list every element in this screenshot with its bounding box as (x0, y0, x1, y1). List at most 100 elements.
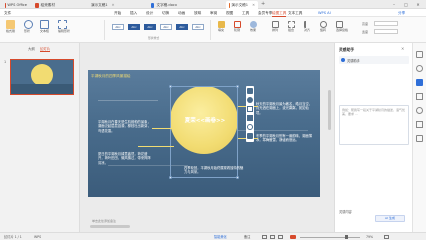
arrange-button[interactable]: 排列 (272, 21, 279, 32)
ai-generate-button[interactable]: AI 生成 (375, 215, 405, 222)
menu-view[interactable]: 视图 (226, 9, 233, 17)
align-button[interactable]: 对齐 (304, 21, 311, 32)
menu-member[interactable]: 会员专享 (258, 9, 272, 17)
zoom-level[interactable]: 79% (366, 234, 373, 240)
select-pane-button[interactable]: 选择窗格 (336, 21, 348, 32)
textbox-button[interactable]: 文本框 (40, 20, 49, 33)
panel-item[interactable]: 灵感助手 (339, 56, 409, 64)
close-icon[interactable]: ✕ (401, 46, 404, 51)
layers-icon[interactable] (247, 88, 253, 94)
text-block-summer[interactable]: 夏日的平湖秋月绿意盎然，荷花盛开，荷叶田田，微风拂过，带来阵阵清凉。 (98, 152, 154, 165)
normal-view-icon[interactable] (262, 235, 267, 239)
height-input[interactable] (374, 21, 398, 26)
zoom-slider[interactable] (300, 237, 360, 238)
shape-style-6[interactable]: Abc (192, 24, 204, 30)
fit-window-icon[interactable] (384, 235, 389, 239)
outline-button[interactable]: 轮廓 (234, 21, 241, 32)
ai-assistant-icon[interactable] (416, 79, 423, 86)
effects-icon[interactable] (247, 124, 253, 130)
tab-docer[interactable]: 稻壳素材 (32, 1, 58, 9)
shapes-panel-icon[interactable] (416, 107, 423, 114)
status-bar: 幻灯片 1 / 1 WPS 智能美化 备注 79% (0, 232, 426, 240)
edit-shape-button[interactable]: 编辑形状 (58, 20, 70, 33)
edit-shape-icon (58, 20, 67, 29)
resize-handle[interactable] (169, 85, 172, 88)
prompt-input[interactable]: 例如：帮我写一段关于平湖秋月的描述，语气优美，要求 ... (339, 105, 409, 145)
tool-label: 填充 (218, 28, 225, 32)
new-tab-button[interactable]: + (261, 1, 265, 7)
vertical-scrollbar[interactable] (328, 90, 331, 130)
format-painter-button[interactable]: 格式刷 (6, 20, 15, 33)
format-painter-icon (6, 20, 15, 29)
group-icon (288, 21, 295, 28)
shape-style-3[interactable]: Abc (144, 24, 156, 30)
close-window-icon[interactable]: ✕ (414, 1, 422, 8)
resize-handle[interactable] (236, 176, 239, 179)
fill-button[interactable]: 填充 (218, 21, 225, 32)
shape-style-4[interactable]: Abc (160, 24, 172, 30)
resize-handle[interactable] (236, 85, 239, 88)
menu-home[interactable]: 开始 (114, 9, 121, 17)
zoom-slider-thumb[interactable] (345, 235, 348, 239)
tab-presentation-active[interactable]: 演示文稿1 ✕ (226, 1, 258, 9)
text-block-autumn[interactable]: 秋天的平湖秋月最为著名，皓月当空，月光洒在湖面上，波光粼粼，宛如仙境。 (256, 102, 314, 115)
share-button[interactable]: 分享 (398, 9, 405, 17)
menu-insert[interactable]: 插入 (130, 9, 137, 17)
notes-toggle[interactable]: 备注 (244, 234, 250, 240)
close-icon[interactable]: ✕ (252, 3, 255, 7)
height-label: 高度 (362, 22, 369, 26)
shape-outline-icon[interactable] (247, 106, 253, 112)
resize-handle[interactable] (169, 176, 172, 179)
menu-design[interactable]: 设计 (146, 9, 153, 17)
shapes-button[interactable]: 形状 (24, 20, 33, 33)
effects-button[interactable]: 效果 (250, 21, 257, 32)
shape-style-1[interactable]: Abc (112, 24, 124, 30)
settings-icon[interactable] (416, 121, 423, 128)
shape-style-2[interactable]: Abc (128, 24, 140, 30)
align-icon (304, 21, 311, 28)
help-icon[interactable] (416, 135, 423, 142)
notes-placeholder[interactable]: 单击此处添加备注 (92, 219, 116, 223)
menu-file[interactable]: 文件 (4, 9, 11, 17)
width-input[interactable] (374, 29, 398, 34)
group-button[interactable]: 组合 (288, 21, 295, 32)
tab-doc[interactable]: 文字稿.docx (148, 1, 180, 9)
crop-icon[interactable] (247, 115, 253, 121)
menu-slideshow[interactable]: 放映 (194, 9, 201, 17)
maximize-icon[interactable]: □ (402, 1, 410, 8)
menu-drawing-tools[interactable]: 绘图工具 (272, 9, 287, 17)
tab-wps-office[interactable]: WPS Office (2, 1, 30, 9)
slide-thumbnail-1[interactable] (10, 59, 74, 95)
rotate-button[interactable]: 旋转 (320, 21, 327, 32)
reading-view-icon[interactable] (278, 235, 283, 239)
smart-beauty-button[interactable]: 智能美化 (214, 234, 227, 240)
tool-label: 形状 (24, 29, 31, 33)
menu-tools[interactable]: 工具 (242, 9, 249, 17)
menu-transitions[interactable]: 切换 (162, 9, 169, 17)
close-icon[interactable]: ✕ (112, 3, 115, 7)
style-icon[interactable] (416, 65, 423, 72)
tab-outline[interactable]: 大纲 (28, 46, 35, 51)
shape-style-5[interactable]: Abc (176, 24, 188, 30)
grid-view-icon[interactable] (270, 235, 275, 239)
slide-canvas[interactable]: 平湖秋月的四季风景描绘 夏荣<<画卷>> 平湖秋月在春天是生机勃勃的景象，湖面泛… (88, 70, 320, 197)
more-icon[interactable] (247, 133, 253, 139)
properties-icon[interactable] (416, 51, 423, 58)
divider (210, 20, 211, 40)
shape-fill-icon[interactable] (247, 97, 253, 103)
menu-review[interactable]: 审阅 (210, 9, 217, 17)
play-icon[interactable] (290, 235, 296, 239)
wps-ai-button[interactable]: WPS AI (318, 9, 331, 17)
tab-slides[interactable]: 幻灯片 (40, 46, 51, 52)
animation-icon[interactable] (416, 93, 423, 100)
text-block-summary[interactable]: 四季轮回，平湖秋月始终展现着独特的魅力与风采。 (184, 166, 244, 175)
tool-label: 旋转 (320, 28, 327, 32)
menu-text-tools[interactable]: 文本工具 (288, 9, 302, 17)
slide-title[interactable]: 夏荣<<画卷>> (176, 116, 234, 124)
text-block-winter[interactable]: 冬季的平湖秋月别有一番韵味，湖面薄冰，寒梅傲雪，静谧而悠远。 (256, 134, 314, 143)
menu-animation[interactable]: 动画 (178, 9, 185, 17)
tab-presentation-1[interactable]: 演示文稿1 ✕ (86, 1, 116, 9)
text-block-spring[interactable]: 平湖秋月在春天是生机勃勃的景象，湖面泛起层层涟漪，柳枝吐出新芽，鸟语花香。 (98, 120, 154, 133)
minimize-icon[interactable]: – (390, 1, 398, 8)
menu-bar: 文件 开始 插入 设计 切换 动画 放映 审阅 视图 工具 会员专享 绘图工具 … (0, 9, 426, 17)
